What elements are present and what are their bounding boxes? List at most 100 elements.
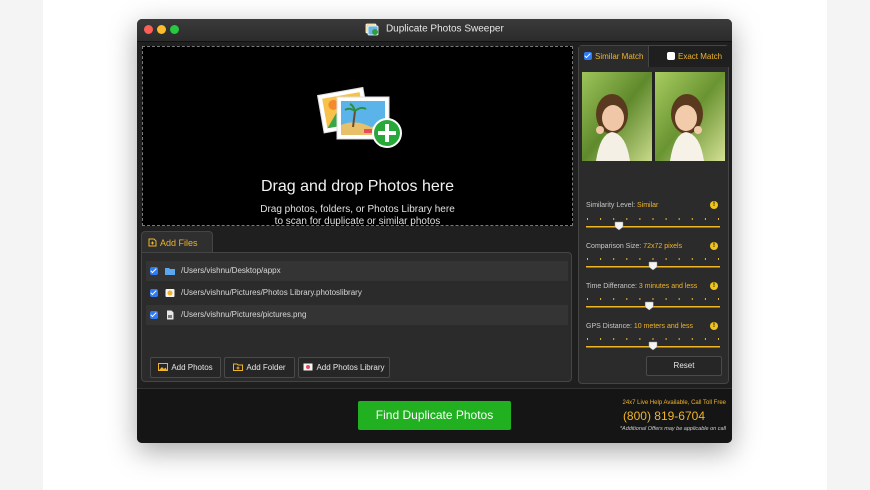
slider-track[interactable]	[586, 337, 720, 351]
gps-distance-caption: GPS Distance:	[586, 323, 632, 330]
find-duplicate-photos-button[interactable]: Find Duplicate Photos	[358, 401, 511, 430]
slider-track[interactable]	[586, 297, 720, 311]
add-photos-library-label: Add Photos Library	[316, 363, 385, 372]
slider-tick	[691, 218, 693, 220]
slider-tick	[678, 298, 680, 300]
window-title: Duplicate Photos Sweeper	[137, 22, 732, 36]
similarity-level-label: Similarity Level: Similar	[586, 202, 658, 209]
comparison-size-info-icon[interactable]: !	[710, 242, 718, 250]
drop-zone-subtitle-line2: to scan for duplicate or similar photos	[274, 216, 441, 227]
slider-track[interactable]	[586, 257, 720, 271]
similarity-info-icon[interactable]: !	[710, 201, 718, 209]
slider-knob[interactable]	[644, 301, 654, 311]
slider-tick	[678, 218, 680, 220]
app-window: Duplicate Photos Sweeper Drag and drop P…	[137, 19, 732, 443]
tab-exact-match[interactable]: Exact Match	[649, 46, 729, 67]
slider-knob[interactable]	[648, 341, 658, 351]
window-title-text: Duplicate Photos Sweeper	[385, 23, 504, 35]
slider-tick	[691, 338, 693, 340]
reset-button[interactable]: Reset	[646, 356, 722, 376]
slider-tick	[652, 258, 654, 260]
tab-add-files[interactable]: Add Files	[141, 231, 213, 253]
gps-distance-label: GPS Distance: 10 meters and less	[586, 323, 693, 330]
slider-tick	[665, 258, 667, 260]
slider-line	[586, 226, 720, 228]
background-strip-right	[827, 0, 870, 490]
slider-tick	[704, 258, 706, 260]
similar-photos-preview	[582, 72, 725, 161]
slider-knob[interactable]	[614, 221, 624, 231]
background-strip-left	[0, 0, 43, 490]
gps-distance-slider[interactable]	[586, 337, 720, 351]
toll-free-phone[interactable]: (800) 819-6704	[623, 409, 705, 423]
time-difference-value: 3 minutes and less	[638, 283, 698, 290]
similar-match-checkbox[interactable]	[584, 52, 592, 60]
comparison-size-value: 72x72 pixels	[643, 243, 683, 250]
folder-icon	[165, 268, 175, 275]
add-photos-illustration-icon	[316, 86, 402, 148]
slider-tick	[704, 218, 706, 220]
add-folder-button[interactable]: Add Folder	[224, 357, 295, 378]
add-files-tab-label: Add Files	[160, 238, 198, 248]
title-bar: Duplicate Photos Sweeper	[137, 19, 732, 42]
tab-similar-match[interactable]: Similar Match	[579, 46, 649, 67]
file-list-item[interactable]: /Users/vishnu/Pictures/pictures.png	[146, 305, 568, 325]
offer-note: *Additional Offers may be applicable on …	[619, 426, 726, 432]
add-photos-library-button[interactable]: Add Photos Library	[298, 357, 390, 378]
gps-distance-info-icon[interactable]: !	[710, 322, 718, 330]
similarity-level-caption: Similarity Level:	[586, 202, 636, 209]
slider-tick	[718, 258, 719, 260]
drop-zone-subtitle: Drag photos, folders, or Photos Library …	[143, 204, 572, 228]
slider-tick	[704, 338, 706, 340]
add-photos-button[interactable]: Add Photos	[150, 357, 221, 378]
time-difference-slider[interactable]	[586, 297, 720, 311]
similar-match-label: Similar Match	[595, 52, 644, 61]
slider-tick	[600, 258, 602, 260]
slider-tick	[652, 218, 654, 220]
file-checkbox[interactable]	[150, 311, 158, 319]
file-checkbox[interactable]	[150, 289, 158, 297]
comparison-size-slider[interactable]	[586, 257, 720, 271]
slider-track[interactable]	[586, 217, 720, 231]
slider-tick	[587, 298, 588, 300]
similarity-level-value: Similar	[636, 202, 659, 209]
slider-tick	[639, 258, 641, 260]
drop-zone[interactable]: Drag and drop Photos here Drag photos, f…	[142, 46, 573, 228]
live-help-text: 24x7 Live Help Available, Call Toll Free	[622, 400, 726, 406]
file-list-item[interactable]: /Users/vishnu/Desktop/appx	[146, 261, 568, 281]
exact-match-label: Exact Match	[678, 52, 723, 61]
file-list-item[interactable]: /Users/vishnu/Pictures/Photos Library.ph…	[146, 283, 568, 303]
slider-tick	[600, 298, 602, 300]
file-path: /Users/vishnu/Desktop/appx	[181, 266, 281, 275]
slider-tick	[678, 338, 680, 340]
slider-tick	[718, 298, 719, 300]
slider-tick	[626, 338, 628, 340]
slider-tick	[600, 218, 602, 220]
slider-tick	[704, 298, 706, 300]
file-checkbox[interactable]	[150, 267, 158, 275]
time-difference-info-icon[interactable]: !	[710, 282, 718, 290]
slider-knob[interactable]	[648, 261, 658, 271]
slider-tick	[665, 298, 667, 300]
drop-zone-title: Drag and drop Photos here	[260, 178, 454, 195]
slider-tick	[665, 338, 667, 340]
slider-tick	[613, 258, 615, 260]
add-folder-label: Add Folder	[246, 363, 286, 372]
similarity-level-slider[interactable]	[586, 217, 720, 231]
slider-tick	[600, 338, 602, 340]
slider-tick	[587, 218, 588, 220]
slider-tick	[639, 218, 641, 220]
slider-tick	[626, 298, 628, 300]
file-icon	[167, 310, 174, 320]
comparison-size-label: Comparison Size: 72x72 pixels	[586, 243, 682, 250]
time-difference-caption: Time Differance:	[586, 283, 637, 290]
photos-library-icon	[303, 363, 313, 371]
match-settings-panel: Similar Match Exact Match Similarity Lev…	[578, 45, 729, 384]
slider-tick	[639, 298, 641, 300]
slider-tick	[626, 218, 628, 220]
exact-match-checkbox[interactable]	[667, 52, 675, 60]
slider-tick	[652, 298, 654, 300]
slider-tick	[626, 258, 628, 260]
slider-tick	[652, 338, 654, 340]
slider-tick	[678, 258, 680, 260]
